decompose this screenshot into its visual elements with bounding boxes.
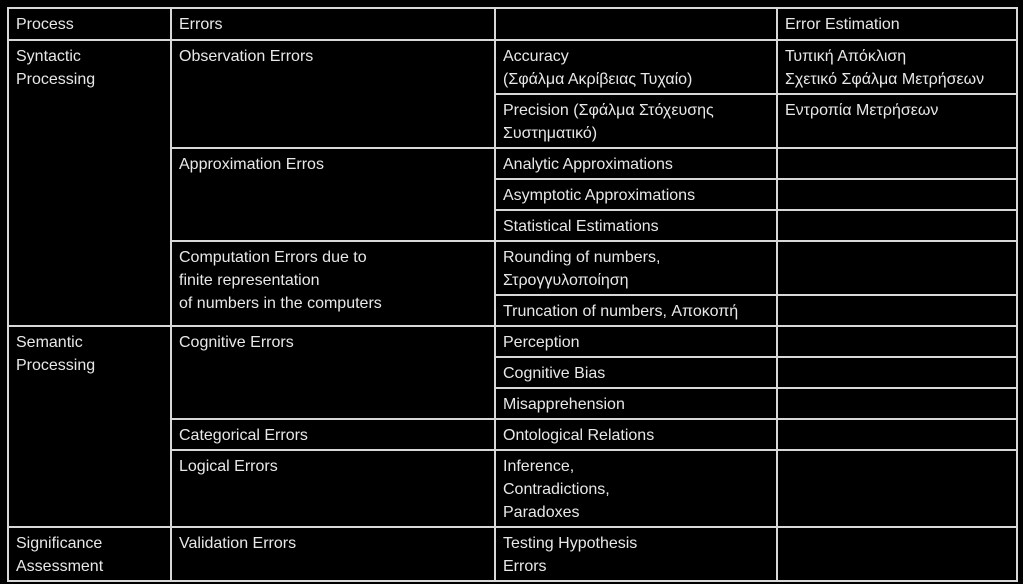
subtype-cell: Precision (Σφάλμα Στόχευσης Συστηματικό) — [494, 93, 778, 149]
header-errors: Errors — [170, 7, 496, 41]
header-subtype — [494, 7, 778, 41]
estimation-cell — [776, 526, 1018, 582]
subtype-cell: Inference, Contradictions, Paradoxes — [494, 449, 778, 528]
subtype-cell: Cognitive Bias — [494, 356, 778, 389]
table-row: Semantic Processing Cognitive Errors Per… — [7, 325, 1018, 528]
estimation-cell: Τυπική Απόκλιση Σχετικό Σφάλμα Μετρήσεων — [776, 39, 1018, 95]
header-row: Process Errors Error Estimation — [7, 7, 1018, 41]
subtype-cell: Testing Hypothesis Errors — [494, 526, 778, 582]
subtype-cell: Rounding of numbers, Στρογγυλοποίηση — [494, 240, 778, 296]
estimation-cell — [776, 147, 1018, 180]
subtype-cell: Analytic Approximations — [494, 147, 778, 180]
process-semantic: Semantic Processing — [7, 325, 172, 528]
header-process: Process — [7, 7, 172, 41]
subtype-cell: Ontological Relations — [494, 418, 778, 451]
estimation-cell — [776, 387, 1018, 420]
subtype-cell: Perception — [494, 325, 778, 358]
subtype-cell: Statistical Estimations — [494, 209, 778, 242]
estimation-cell — [776, 449, 1018, 528]
header-error-estimation: Error Estimation — [776, 7, 1018, 41]
table-row: Significance Assessment Validation Error… — [7, 526, 1018, 582]
error-classification-table: Process Errors Error Estimation Syntacti… — [7, 7, 1018, 582]
estimation-cell — [776, 209, 1018, 242]
error-categorical: Categorical Errors — [170, 418, 496, 451]
subtype-cell: Truncation of numbers, Αποκοπή — [494, 294, 778, 327]
estimation-cell: Εντροπία Μετρήσεων — [776, 93, 1018, 149]
estimation-cell — [776, 294, 1018, 327]
error-observation: Observation Errors — [170, 39, 496, 149]
error-validation: Validation Errors — [170, 526, 496, 582]
error-approximation: Approximation Erros — [170, 147, 496, 242]
table-row: Syntactic Processing Observation Errors … — [7, 39, 1018, 327]
subtype-cell: Misapprehension — [494, 387, 778, 420]
subtype-cell: Asymptotic Approximations — [494, 178, 778, 211]
estimation-cell — [776, 240, 1018, 296]
error-logical: Logical Errors — [170, 449, 496, 528]
process-significance: Significance Assessment — [7, 526, 172, 582]
subtype-cell: Accuracy (Σφάλμα Ακρίβειας Τυχαίο) — [494, 39, 778, 95]
error-cognitive: Cognitive Errors — [170, 325, 496, 420]
process-syntactic: Syntactic Processing — [7, 39, 172, 327]
error-computation: Computation Errors due to finite represe… — [170, 240, 496, 327]
estimation-cell — [776, 418, 1018, 451]
estimation-cell — [776, 356, 1018, 389]
estimation-cell — [776, 325, 1018, 358]
estimation-cell — [776, 178, 1018, 211]
